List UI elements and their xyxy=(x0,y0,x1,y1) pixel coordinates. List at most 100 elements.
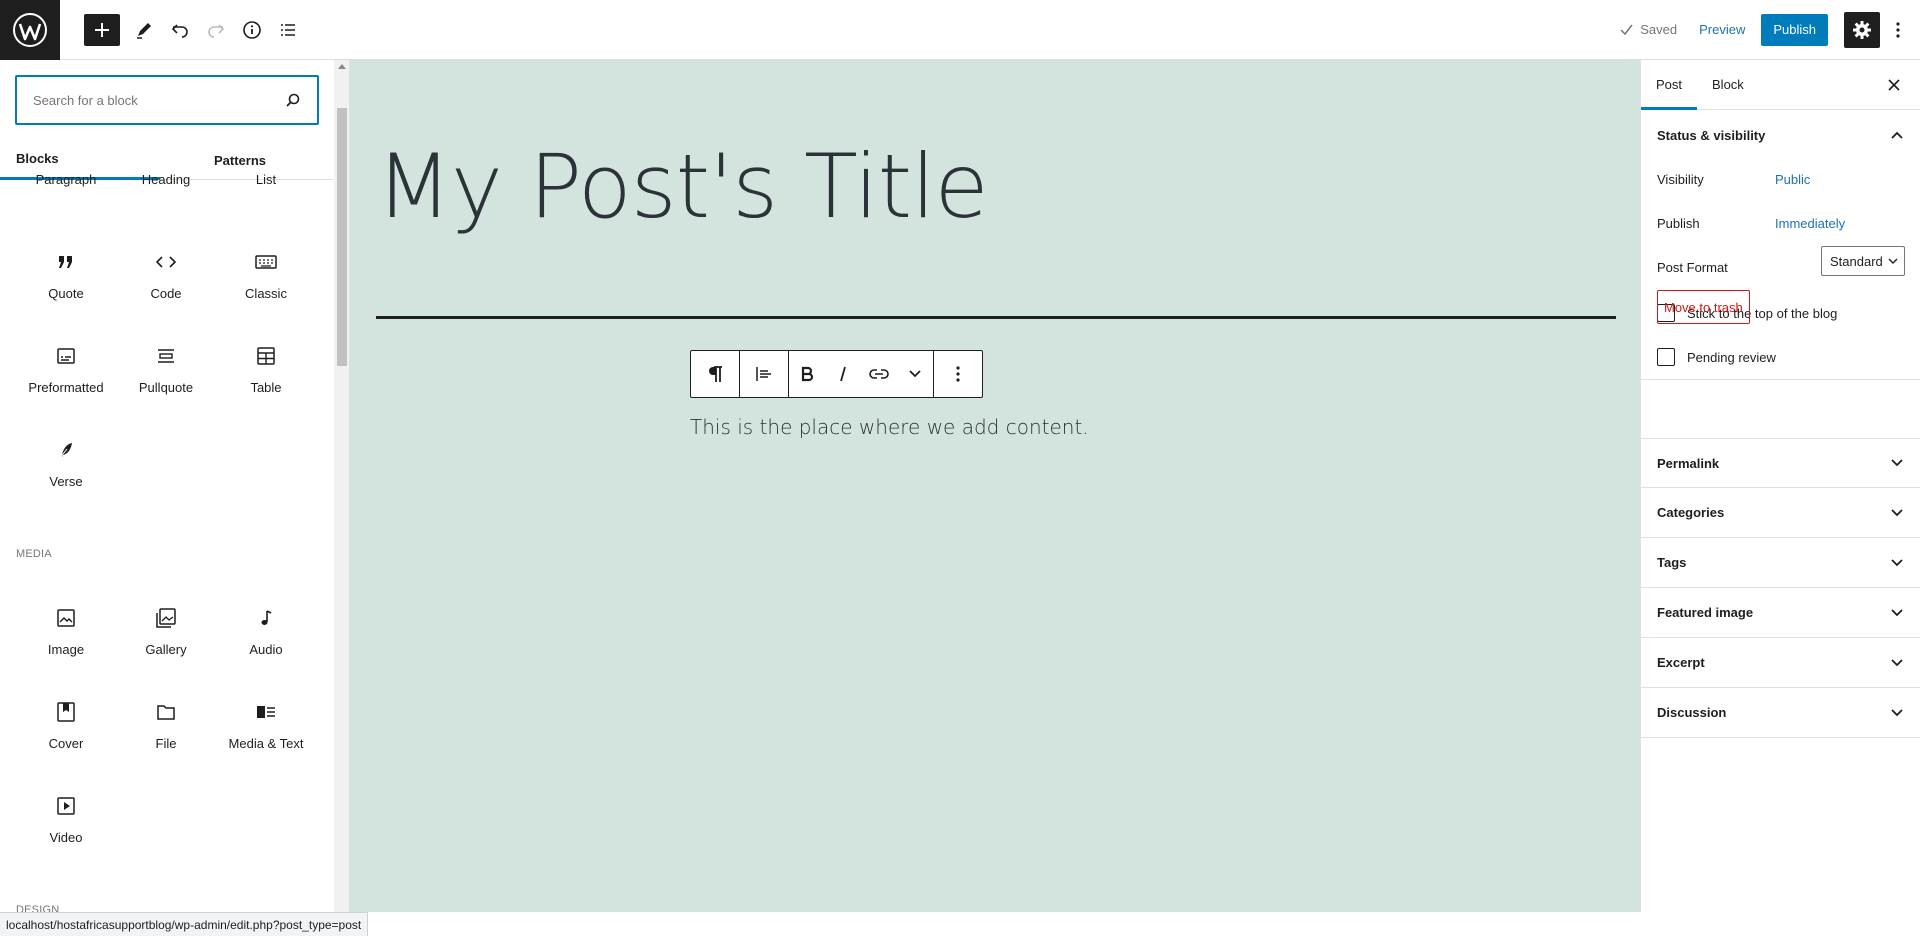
visibility-label: Visibility xyxy=(1657,172,1704,187)
details-button[interactable] xyxy=(234,12,270,48)
post-title[interactable]: My Post's Title xyxy=(376,135,989,238)
pullquote-icon xyxy=(158,349,174,363)
post-format-select[interactable]: Standard xyxy=(1821,246,1905,276)
pencil-icon xyxy=(137,22,151,39)
move-to-trash-button[interactable]: Move to trash xyxy=(1657,290,1750,324)
visibility-toggle[interactable]: Public xyxy=(1775,172,1810,187)
options-button[interactable] xyxy=(1886,12,1910,48)
more-formatting-button[interactable] xyxy=(897,351,933,397)
settings-button[interactable] xyxy=(1844,11,1880,48)
panel-permalink[interactable]: Permalink xyxy=(1641,438,1920,488)
block-item-audio[interactable]: Audio xyxy=(216,606,316,657)
post-format-value: Standard xyxy=(1830,253,1883,269)
info-icon xyxy=(243,20,261,39)
paragraph-block[interactable]: This is the place where we add content. xyxy=(690,415,1089,439)
close-icon xyxy=(1888,79,1900,91)
undo-button[interactable] xyxy=(162,12,198,48)
chevron-down-icon xyxy=(909,370,921,378)
block-item-quote[interactable]: Quote xyxy=(16,250,116,301)
inserter-scrollbar[interactable] xyxy=(334,60,349,912)
file-icon xyxy=(157,705,175,720)
scroll-up-arrow[interactable] xyxy=(338,64,346,69)
block-item-media-text[interactable]: Media & Text xyxy=(216,700,316,751)
block-item-file[interactable]: File xyxy=(116,700,216,751)
wordpress-logo-button[interactable] xyxy=(0,0,60,60)
block-item-paragraph[interactable]: Paragraph xyxy=(16,172,116,187)
publish-date-toggle[interactable]: Immediately xyxy=(1775,216,1845,231)
block-label: Media & Text xyxy=(228,736,304,751)
panel-featured-image[interactable]: Featured image xyxy=(1641,588,1920,638)
bold-button[interactable] xyxy=(789,351,825,397)
undo-icon xyxy=(171,23,188,38)
italic-button[interactable] xyxy=(825,351,861,397)
status-url: localhost/hostafricasupportblog/wp-admin… xyxy=(6,917,362,932)
scroll-thumb[interactable] xyxy=(337,108,347,366)
add-block-button[interactable] xyxy=(84,13,120,46)
block-item-classic[interactable]: Classic xyxy=(216,250,316,301)
tab-block[interactable]: Block xyxy=(1697,60,1759,110)
block-item-verse[interactable]: Verse xyxy=(16,438,116,489)
panel-excerpt[interactable]: Excerpt xyxy=(1641,638,1920,688)
pending-row: Pending review xyxy=(1657,348,1776,366)
block-item-code[interactable]: Code xyxy=(116,250,216,301)
check-icon xyxy=(1620,24,1633,35)
separator xyxy=(376,316,1616,319)
browser-status-bar: localhost/hostafricasupportblog/wp-admin… xyxy=(0,912,369,936)
post-format-row: Post Format xyxy=(1657,260,1775,275)
tab-post[interactable]: Post xyxy=(1641,60,1698,110)
preview-button[interactable]: Preview xyxy=(1699,22,1745,37)
block-inserter-panel: Search for a block Blocks Patterns Parag… xyxy=(0,60,350,912)
block-label: Heading xyxy=(141,172,191,187)
pending-checkbox[interactable] xyxy=(1657,348,1675,366)
block-item-gallery[interactable]: Gallery xyxy=(116,606,216,657)
block-search-input[interactable]: Search for a block xyxy=(15,75,319,125)
panel-tags[interactable]: Tags xyxy=(1641,538,1920,588)
block-type-button[interactable] xyxy=(691,351,739,397)
bold-icon xyxy=(801,366,814,382)
chevron-down-icon xyxy=(1891,459,1903,467)
block-item-list[interactable]: List xyxy=(216,172,316,187)
keyboard-icon xyxy=(255,255,277,269)
gallery-icon xyxy=(156,608,176,628)
redo-button[interactable] xyxy=(198,12,234,48)
block-options-button[interactable] xyxy=(934,351,982,397)
image-icon xyxy=(57,609,75,627)
gear-icon xyxy=(1853,20,1871,39)
search-icon xyxy=(286,93,300,107)
link-button[interactable] xyxy=(861,351,897,397)
block-label: Preformatted xyxy=(28,380,104,395)
block-item-pullquote[interactable]: Pullquote xyxy=(116,344,216,395)
tools-button[interactable] xyxy=(126,12,162,48)
panel-categories[interactable]: Categories xyxy=(1641,488,1920,538)
wordpress-icon xyxy=(13,12,47,47)
block-item-cover[interactable]: Cover xyxy=(16,700,116,751)
block-label: Code xyxy=(150,286,182,301)
block-toolbar xyxy=(690,350,983,398)
block-label: Pullquote xyxy=(138,380,194,395)
panel-title: Categories xyxy=(1657,505,1725,520)
block-label: List xyxy=(255,172,277,187)
block-item-heading[interactable]: Heading xyxy=(116,172,216,187)
close-sidebar-button[interactable] xyxy=(1882,73,1906,97)
block-item-table[interactable]: Table xyxy=(216,344,316,395)
panel-status-visibility[interactable]: Status & visibility xyxy=(1641,110,1920,160)
block-label: Classic xyxy=(245,286,287,301)
block-label: Gallery xyxy=(145,642,187,657)
block-label: Video xyxy=(49,830,83,845)
block-item-image[interactable]: Image xyxy=(16,606,116,657)
align-left-icon xyxy=(756,367,771,381)
block-item-video[interactable]: Video xyxy=(16,794,116,845)
panel-discussion[interactable]: Discussion xyxy=(1641,688,1920,738)
editor-canvas[interactable]: My Post's Title This is the place where … xyxy=(350,60,1640,912)
block-label: Paragraph xyxy=(35,172,97,187)
block-item-preformatted[interactable]: Preformatted xyxy=(16,344,116,395)
block-label: Audio xyxy=(249,642,283,657)
block-label: Image xyxy=(47,642,85,657)
list-view-button[interactable] xyxy=(270,12,306,48)
video-icon xyxy=(57,797,75,815)
publish-button[interactable]: Publish xyxy=(1761,13,1828,46)
status-visibility-body: Visibility Public Publish Immediately Po… xyxy=(1641,160,1920,380)
chevron-down-icon xyxy=(1891,658,1903,666)
saved-label: Saved xyxy=(1640,22,1678,37)
align-button[interactable] xyxy=(740,351,788,397)
